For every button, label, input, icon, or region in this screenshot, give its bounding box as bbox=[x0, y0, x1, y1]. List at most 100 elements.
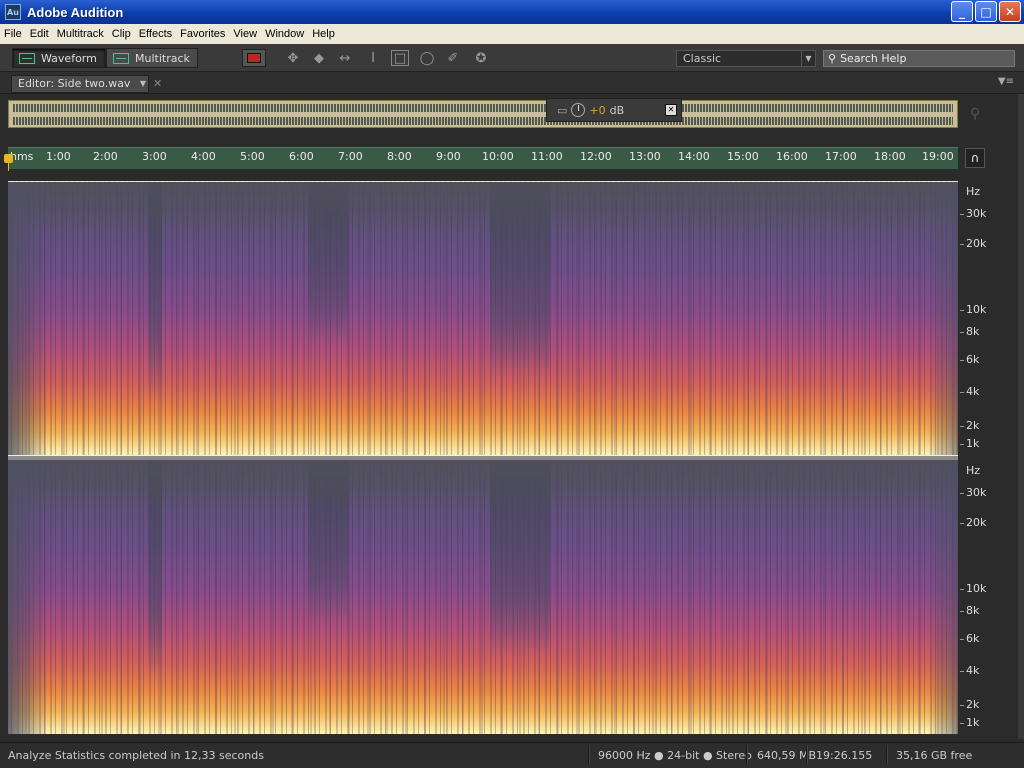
frequency-label: 1k bbox=[966, 716, 980, 729]
frequency-label: 30k bbox=[966, 207, 987, 220]
timeline-label: 11:00 bbox=[531, 150, 563, 163]
minimize-button[interactable]: _ bbox=[951, 1, 973, 22]
lasso-tool-icon[interactable]: ◯ bbox=[418, 50, 436, 66]
timeline-label: 13:00 bbox=[629, 150, 661, 163]
spectral-display-toggle[interactable] bbox=[242, 49, 266, 67]
waveform-icon bbox=[19, 52, 35, 64]
gain-value[interactable]: +0 bbox=[589, 104, 605, 117]
timeline-label: 14:00 bbox=[678, 150, 710, 163]
timeline-label: 10:00 bbox=[482, 150, 514, 163]
timeline-label: 16:00 bbox=[776, 150, 808, 163]
timeline-label: 8:00 bbox=[387, 150, 412, 163]
waveform-mode-button[interactable]: Waveform bbox=[12, 48, 106, 68]
razor-tool-icon[interactable]: ◆ bbox=[310, 50, 328, 66]
search-help-input[interactable]: ⚲ Search Help bbox=[823, 50, 1015, 67]
frequency-axis-left: Hz 30k 20k 10k 8k 6k 4k 2k 1k bbox=[960, 181, 1024, 455]
frequency-tick bbox=[960, 214, 964, 215]
audition-app-icon: Au bbox=[5, 4, 21, 20]
vertical-scrollbar[interactable] bbox=[1018, 94, 1024, 739]
multitrack-icon bbox=[113, 52, 129, 64]
chevron-down-icon[interactable]: ▼ bbox=[140, 76, 146, 92]
frequency-label: 1k bbox=[966, 437, 980, 450]
close-tab-icon[interactable]: ✕ bbox=[153, 77, 162, 90]
editor-tab-bar: Editor: Side two.wav ▼ ✕ ▼≡ bbox=[0, 72, 1024, 94]
timeline-label: 12:00 bbox=[580, 150, 612, 163]
menu-file[interactable]: File bbox=[0, 24, 26, 44]
menu-effects[interactable]: Effects bbox=[135, 24, 176, 44]
menu-clip[interactable]: Clip bbox=[108, 24, 135, 44]
frequency-label: 4k bbox=[966, 664, 980, 677]
frequency-tick bbox=[960, 611, 964, 612]
hud-gain-control: ▭ +0 dB ✕ bbox=[546, 98, 682, 122]
close-button[interactable]: ✕ bbox=[999, 1, 1021, 22]
marquee-selection-tool-icon[interactable]: □ bbox=[391, 50, 409, 66]
menu-favorites[interactable]: Favorites bbox=[176, 24, 229, 44]
menu-bar: File Edit Multitrack Clip Effects Favori… bbox=[0, 24, 1024, 44]
snap-toggle-icon[interactable]: ∩ bbox=[965, 148, 985, 168]
title-bar: Au Adobe Audition _ □ ✕ bbox=[0, 0, 1024, 24]
move-tool-icon[interactable]: ✥ bbox=[284, 50, 302, 66]
status-free-space: 35,16 GB free bbox=[896, 749, 973, 762]
workspace-value: Classic bbox=[683, 52, 722, 65]
brush-tool-icon[interactable]: ✐ bbox=[444, 50, 462, 66]
frequency-label: 6k bbox=[966, 353, 980, 366]
maximize-button[interactable]: □ bbox=[975, 1, 997, 22]
workspace-dropdown[interactable]: Classic ▼ bbox=[676, 50, 816, 67]
frequency-tick bbox=[960, 523, 964, 524]
overview-waveform[interactable] bbox=[8, 100, 958, 128]
timeline-label: 5:00 bbox=[240, 150, 265, 163]
frequency-unit-label: Hz bbox=[966, 185, 981, 198]
frequency-tick bbox=[960, 426, 964, 427]
spectrogram-channel-right[interactable] bbox=[8, 460, 958, 734]
menu-window[interactable]: Window bbox=[261, 24, 308, 44]
time-selection-tool-icon[interactable]: I bbox=[364, 50, 382, 66]
timeline-label: 18:00 bbox=[874, 150, 906, 163]
frequency-tick bbox=[960, 705, 964, 706]
menu-multitrack[interactable]: Multitrack bbox=[53, 24, 108, 44]
timeline-label: 7:00 bbox=[338, 150, 363, 163]
timeline-label: 3:00 bbox=[142, 150, 167, 163]
frequency-tick bbox=[960, 360, 964, 361]
level-meter-icon: ▭ bbox=[557, 103, 568, 117]
frequency-label: 8k bbox=[966, 604, 980, 617]
multitrack-mode-label: Multitrack bbox=[135, 51, 190, 65]
frequency-tick bbox=[960, 639, 964, 640]
timeline-label: hms bbox=[10, 150, 34, 163]
window-title: Adobe Audition bbox=[27, 4, 124, 20]
timeline-ruler[interactable]: hms 1:00 2:00 3:00 4:00 5:00 6:00 7:00 8:00 9:00 1… bbox=[8, 147, 958, 169]
status-format: 96000 Hz ● 24-bit ● Stereo bbox=[598, 749, 752, 762]
editor-tab[interactable]: Editor: Side two.wav ▼ bbox=[11, 75, 149, 93]
slip-tool-icon[interactable]: ↔ bbox=[336, 50, 354, 66]
frequency-tick bbox=[960, 332, 964, 333]
frequency-tick bbox=[960, 392, 964, 393]
menu-help[interactable]: Help bbox=[308, 24, 339, 44]
frequency-label: 4k bbox=[966, 385, 980, 398]
status-duration: 19:26.155 bbox=[816, 749, 873, 762]
pin-hud-icon[interactable]: ✕ bbox=[665, 104, 677, 116]
menu-view[interactable]: View bbox=[229, 24, 261, 44]
timeline-label: 15:00 bbox=[727, 150, 759, 163]
timeline-label: 9:00 bbox=[436, 150, 461, 163]
status-file-size: 640,59 MB bbox=[757, 749, 817, 762]
status-bar: Analyze Statistics completed in 12,33 se… bbox=[0, 742, 1024, 768]
timeline-label: 4:00 bbox=[191, 150, 216, 163]
frequency-axis-right: Hz 30k 20k 10k 8k 6k 4k 2k 1k bbox=[960, 460, 1024, 734]
spectrogram-channel-left[interactable] bbox=[8, 181, 958, 455]
status-message: Analyze Statistics completed in 12,33 se… bbox=[8, 749, 264, 762]
overview-channel-left bbox=[13, 102, 953, 114]
gain-knob[interactable] bbox=[571, 103, 586, 117]
spot-healing-tool-icon[interactable]: ✪ bbox=[472, 50, 490, 66]
playhead-marker[interactable] bbox=[4, 154, 13, 171]
menu-edit[interactable]: Edit bbox=[26, 24, 53, 44]
frequency-tick bbox=[960, 493, 964, 494]
zoom-icon[interactable]: ⚲ bbox=[970, 106, 980, 122]
frequency-label: 6k bbox=[966, 632, 980, 645]
frequency-label: 10k bbox=[966, 303, 987, 316]
frequency-tick bbox=[960, 444, 964, 445]
frequency-label: 10k bbox=[966, 582, 987, 595]
panel-menu-icon[interactable]: ▼≡ bbox=[998, 76, 1014, 87]
frequency-label: 8k bbox=[966, 325, 980, 338]
multitrack-mode-button[interactable]: Multitrack bbox=[106, 48, 198, 68]
timeline-label: 2:00 bbox=[93, 150, 118, 163]
frequency-tick bbox=[960, 671, 964, 672]
